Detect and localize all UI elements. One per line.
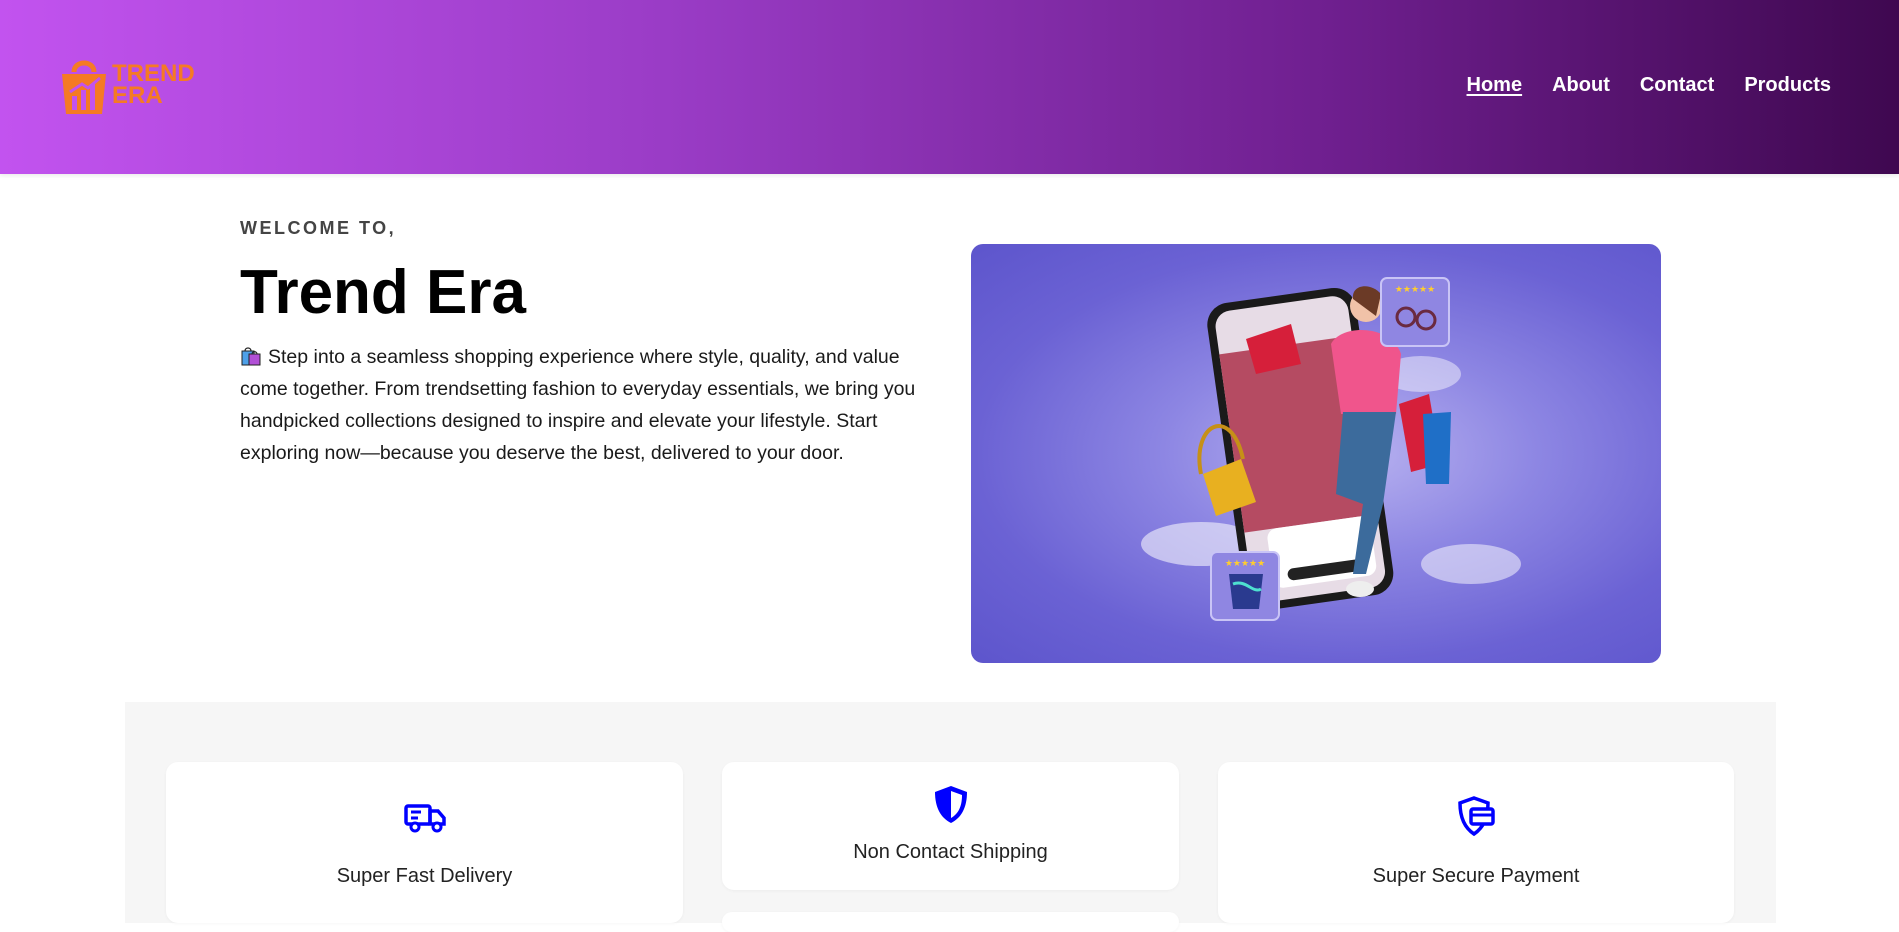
main-nav: Home About Contact Products <box>1467 74 1831 97</box>
hero-title: Trend Era <box>240 258 526 327</box>
feature-label: Super Fast Delivery <box>336 865 513 887</box>
feature-card-partial <box>722 912 1179 932</box>
hero-text: WELCOME TO, Trend Era Step into a seamle… <box>240 218 940 469</box>
site-logo[interactable]: TREND ERA <box>58 52 198 118</box>
feature-card-delivery: Super Fast Delivery <box>166 762 683 923</box>
hero-image: ★★★★★ ★★★★★ <box>971 244 1661 663</box>
shopping-phone-illustration: ★★★★★ ★★★★★ <box>1141 277 1521 621</box>
site-header: TREND ERA Home About Contact Products <box>0 0 1899 174</box>
feature-label: Non Contact Shipping <box>853 841 1048 863</box>
nav-contact-link[interactable]: Contact <box>1640 74 1714 97</box>
nav-products-link[interactable]: Products <box>1744 74 1831 97</box>
feature-card-shipping: Non Contact Shipping <box>722 762 1179 890</box>
feature-label: Super Secure Payment <box>1372 865 1580 887</box>
hero-description: Step into a seamless shopping experience… <box>240 341 940 469</box>
feature-card-payment: Super Secure Payment <box>1218 762 1734 923</box>
shield-icon <box>934 786 967 823</box>
shopping-bag-logo-icon <box>62 60 106 114</box>
svg-text:★★★★★: ★★★★★ <box>1395 285 1435 295</box>
nav-about-link[interactable]: About <box>1552 74 1610 97</box>
nav-home-link[interactable]: Home <box>1467 74 1523 97</box>
svg-text:★★★★★: ★★★★★ <box>1225 559 1265 569</box>
logo-text: TREND ERA <box>112 60 195 109</box>
features-section: Super Fast Delivery Non Contact Shipping… <box>125 702 1776 932</box>
hero-description-text: Step into a seamless shopping experience… <box>240 346 916 464</box>
shopping-bags-icon <box>241 347 261 366</box>
secure-payment-icon <box>1458 796 1495 837</box>
hero-eyebrow: WELCOME TO, <box>240 218 397 238</box>
truck-icon <box>403 804 446 833</box>
